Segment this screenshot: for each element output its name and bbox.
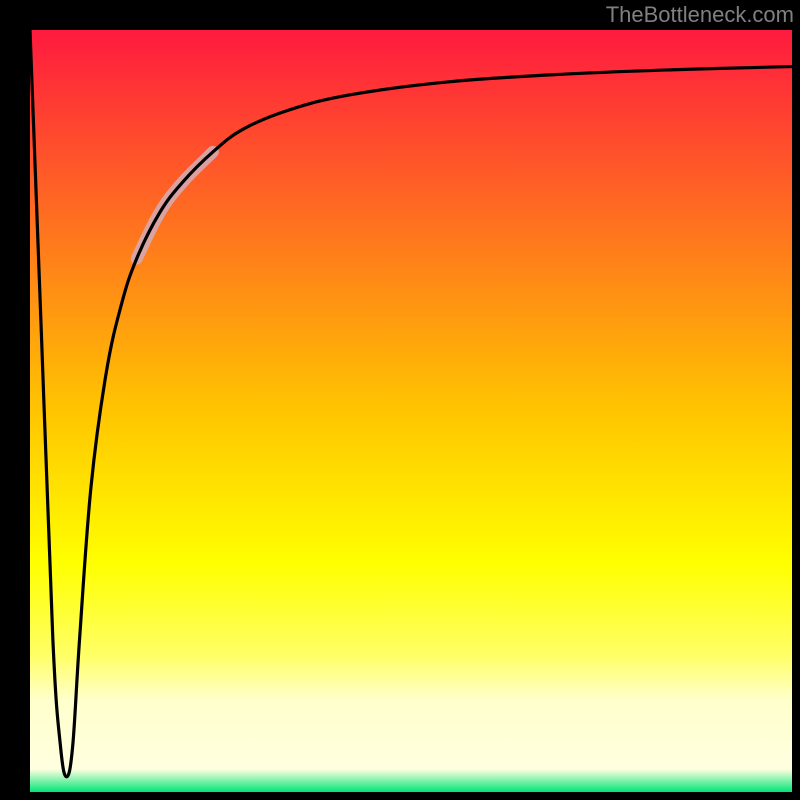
attribution-label: TheBottleneck.com — [606, 2, 794, 28]
chart-frame: TheBottleneck.com — [0, 0, 800, 800]
bottleneck-curve-chart — [0, 0, 800, 800]
chart-background-gradient — [30, 30, 792, 792]
